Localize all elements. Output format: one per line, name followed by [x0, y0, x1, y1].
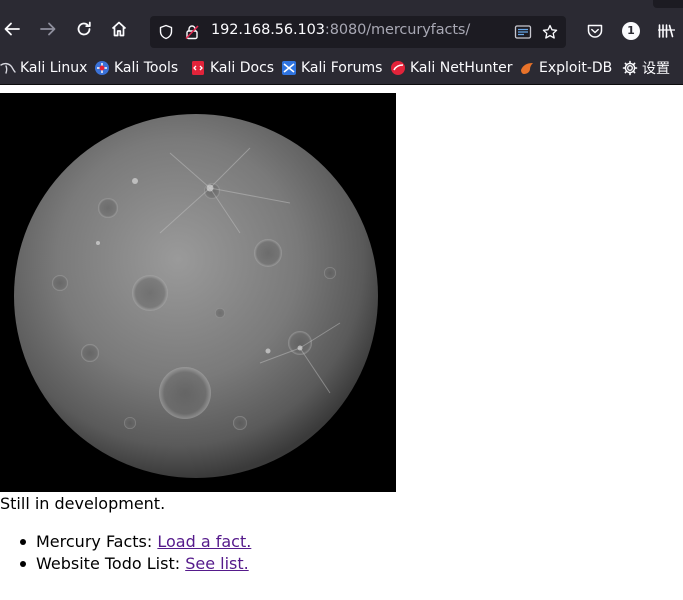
kali-forums-icon [282, 61, 296, 75]
see-todo-list-link[interactable]: See list. [185, 554, 249, 573]
bookmark-kali-nethunter[interactable]: Kali NetHunter [390, 54, 512, 82]
bookmark-settings[interactable]: 设置 [622, 54, 670, 82]
bookmark-label: Exploit-DB [539, 60, 613, 76]
url-text[interactable]: 192.168.56.103:8080/mercuryfacts/ [211, 22, 470, 38]
back-button[interactable] [0, 17, 24, 41]
list-item: Website Todo List: See list. [20, 554, 249, 573]
development-status-text: Still in development. [0, 494, 166, 513]
bookmark-label: Kali Tools [114, 60, 179, 76]
bookmark-label: Kali NetHunter [410, 60, 513, 76]
shield-icon[interactable] [158, 24, 174, 40]
library-icon[interactable] [657, 22, 675, 40]
navigation-toolbar: 192.168.56.103:8080/mercuryfacts/ 1 [0, 0, 683, 54]
bullet-icon [20, 538, 26, 545]
reload-button[interactable] [72, 17, 96, 41]
bullet-icon [20, 560, 26, 567]
gear-icon [622, 60, 638, 76]
bookmark-exploit-db[interactable]: Exploit-DB [519, 54, 612, 82]
bookmark-label: 设置 [642, 61, 670, 77]
list-item-label: Website Todo List: [36, 554, 186, 573]
kali-nethunter-icon [391, 61, 405, 75]
arrow-right-icon [40, 22, 56, 36]
bookmark-star-icon[interactable] [542, 24, 558, 40]
load-fact-link[interactable]: Load a fact. [157, 532, 251, 551]
bookmark-kali-forums[interactable]: Kali Forums [281, 54, 382, 82]
home-button[interactable] [107, 17, 131, 41]
bookmark-kali-docs[interactable]: Kali Docs [190, 54, 274, 82]
bookmark-kali-tools[interactable]: Kali Tools [94, 54, 178, 82]
reader-view-icon[interactable] [514, 24, 532, 40]
bookmark-label: Kali Linux [20, 60, 88, 76]
url-host: 192.168.56.103 [211, 22, 325, 38]
kali-tools-icon [95, 61, 109, 75]
kali-docs-icon [192, 61, 204, 75]
home-icon [111, 21, 127, 37]
bookmarks-toolbar: Kali Linux Kali Tools Kali Docs Kali For… [0, 54, 683, 85]
mercury-planet-graphic [14, 114, 378, 478]
url-path: :8080/mercuryfacts/ [324, 22, 471, 38]
insecure-lock-icon[interactable] [184, 24, 200, 40]
kali-dragon-icon [0, 62, 16, 74]
forward-button[interactable] [36, 17, 60, 41]
list-item-label: Mercury Facts: [36, 532, 158, 551]
notification-badge[interactable]: 1 [622, 22, 640, 40]
mercury-image [0, 93, 396, 492]
list-item: Mercury Facts: Load a fact. [20, 532, 251, 551]
address-bar[interactable]: 192.168.56.103:8080/mercuryfacts/ [150, 16, 566, 48]
pocket-icon[interactable] [586, 22, 604, 40]
exploit-db-icon [521, 63, 533, 74]
arrow-left-icon [4, 22, 20, 36]
bookmark-kali-linux[interactable]: Kali Linux [0, 54, 87, 82]
bookmark-label: Kali Docs [210, 60, 275, 76]
bookmark-label: Kali Forums [301, 60, 383, 76]
window-edge [653, 0, 683, 8]
browser-chrome: 192.168.56.103:8080/mercuryfacts/ 1 Kali… [0, 0, 683, 85]
page-content: Still in development. Mercury Facts: Loa… [0, 85, 683, 600]
reload-icon [77, 21, 91, 36]
